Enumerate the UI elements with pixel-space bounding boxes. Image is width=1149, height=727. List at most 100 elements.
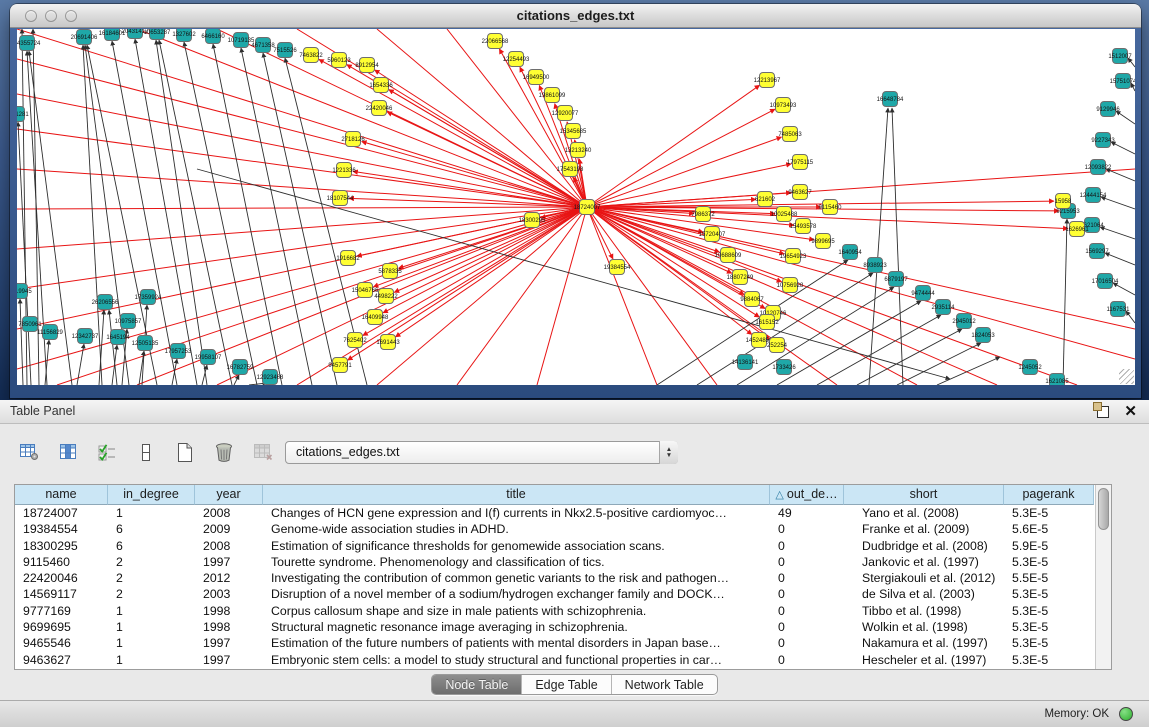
show-columns-icon[interactable] bbox=[55, 440, 81, 464]
graph-node[interactable]: 9884067 bbox=[740, 292, 764, 307]
delete-columns-icon[interactable] bbox=[250, 440, 276, 464]
tab-node-table[interactable]: Node Table bbox=[432, 675, 521, 694]
graph-node[interactable]: 20431417 bbox=[122, 29, 149, 39]
graph-edge bbox=[362, 142, 587, 207]
graph-node[interactable]: 1916682 bbox=[336, 251, 360, 266]
graph-node[interactable]: 15958 bbox=[1055, 194, 1072, 209]
graph-node[interactable]: 9129946 bbox=[1096, 102, 1120, 117]
graph-node[interactable]: 12342737 bbox=[72, 329, 99, 344]
close-window-icon[interactable] bbox=[25, 10, 37, 22]
close-panel-icon[interactable]: ✕ bbox=[1124, 402, 1137, 420]
graph-node[interactable]: 20691406 bbox=[71, 30, 98, 45]
table-mode-glyph bbox=[20, 444, 39, 461]
graph-node[interactable]: 4671358 bbox=[251, 38, 275, 53]
minimize-window-icon[interactable] bbox=[45, 10, 57, 22]
graph-node[interactable]: 11156829 bbox=[37, 325, 63, 340]
table-scrollbar[interactable] bbox=[1095, 485, 1111, 669]
graph-node[interactable]: 2945012 bbox=[952, 314, 976, 329]
graph-node[interactable]: 22066568 bbox=[482, 34, 509, 49]
graph-node[interactable]: 10653287 bbox=[144, 29, 171, 40]
tab-network-table[interactable]: Network Table bbox=[611, 675, 717, 694]
graph-node[interactable]: 621602 bbox=[755, 192, 776, 207]
graph-node[interactable]: 8938923 bbox=[863, 258, 887, 273]
graph-node[interactable]: 9227343 bbox=[1091, 133, 1115, 148]
graph-node[interactable]: 1733426 bbox=[772, 360, 796, 375]
new-column-icon[interactable] bbox=[172, 440, 198, 464]
window-titlebar[interactable]: citations_edges.txt bbox=[10, 4, 1141, 28]
table-select-dropdown[interactable]: citations_edges.txt ▲▼ bbox=[285, 441, 678, 464]
graph-node[interactable]: 24355724 bbox=[17, 36, 41, 51]
graph-node[interactable]: 1327602 bbox=[172, 29, 196, 42]
graph-node[interactable]: 17975115 bbox=[787, 155, 814, 170]
graph-node[interactable]: 1167531 bbox=[1107, 302, 1131, 317]
column-header-pagerank[interactable]: pagerank bbox=[1004, 485, 1094, 505]
graph-node[interactable]: 12444154 bbox=[1080, 188, 1107, 203]
table-row[interactable]: 1938455462009Genome-wide association stu… bbox=[15, 521, 1111, 537]
graph-node[interactable]: 1512007 bbox=[1108, 49, 1132, 64]
graph-node[interactable]: 18807249 bbox=[727, 270, 754, 285]
table-mode-icon[interactable] bbox=[16, 440, 42, 464]
graph-node[interactable]: 19958107 bbox=[195, 350, 222, 365]
float-panel-icon[interactable] bbox=[1097, 406, 1109, 418]
graph-node[interactable]: 2935114 bbox=[932, 300, 956, 315]
table-scrollbar-thumb[interactable] bbox=[1098, 488, 1109, 530]
graph-node[interactable]: 14136141 bbox=[732, 355, 759, 370]
table-cell: 2009 bbox=[195, 521, 263, 537]
graph-node[interactable]: 9319945 bbox=[17, 284, 32, 299]
graph-node[interactable]: 14524851 bbox=[746, 333, 773, 348]
graph-node[interactable]: 252254 bbox=[767, 338, 788, 353]
table-row[interactable]: 1456911722003Disruption of a novel membe… bbox=[15, 586, 1111, 602]
graph-node[interactable]: 10756928 bbox=[777, 278, 804, 293]
graph-node[interactable]: 15751074 bbox=[1110, 74, 1135, 89]
network-canvas[interactable]: 1872400724355724206914061618460120431417… bbox=[17, 29, 1135, 385]
tab-edge-table[interactable]: Edge Table bbox=[521, 675, 610, 694]
table-row[interactable]: 946362711997Embryonic stem cells: a mode… bbox=[15, 652, 1111, 668]
graph-node[interactable]: 9115460 bbox=[819, 200, 843, 215]
graph-edge bbox=[587, 207, 765, 309]
table-row[interactable]: 946554611997Estimation of the future num… bbox=[15, 635, 1111, 651]
table-row[interactable]: 977716911998Corpus callosum shape and si… bbox=[15, 603, 1111, 619]
zoom-window-icon[interactable] bbox=[65, 10, 77, 22]
graph-node[interactable]: 12254493 bbox=[503, 52, 530, 67]
row-height-icon[interactable] bbox=[133, 440, 159, 464]
graph-node[interactable]: 16648784 bbox=[877, 92, 904, 107]
table-row[interactable]: 911546021997Tourette syndrome. Phenomeno… bbox=[15, 554, 1111, 570]
graph-node[interactable]: 1691443 bbox=[376, 335, 400, 350]
graph-node[interactable]: 17957253 bbox=[165, 344, 192, 359]
column-header-in_degree[interactable]: in_degree bbox=[108, 485, 195, 505]
graph-node[interactable]: 9899695 bbox=[811, 234, 835, 249]
table-row[interactable]: 2242004622012Investigating the contribut… bbox=[15, 570, 1111, 586]
table-type-tabbar: Node TableEdge TableNetwork Table bbox=[0, 674, 1149, 695]
graph-node[interactable]: 2031281 bbox=[17, 107, 29, 122]
graph-node[interactable]: 7986372 bbox=[691, 207, 715, 222]
graph-node[interactable]: 16184601 bbox=[99, 29, 126, 41]
column-header-out_de[interactable]: △ out_de… bbox=[770, 485, 844, 505]
graph-node[interactable]: 1824053 bbox=[971, 328, 995, 343]
column-header-short[interactable]: short bbox=[844, 485, 1004, 505]
graph-node[interactable]: 4498222 bbox=[374, 289, 398, 304]
select-columns-icon[interactable] bbox=[94, 440, 120, 464]
graph-node[interactable]: 10975857 bbox=[115, 314, 142, 329]
graph-node[interactable]: 17016504 bbox=[1092, 274, 1119, 289]
column-header-name[interactable]: name bbox=[15, 485, 108, 505]
table-cell: 9465546 bbox=[15, 635, 108, 651]
graph-node[interactable]: 1569297 bbox=[1085, 244, 1109, 259]
graph-node[interactable]: 16782759 bbox=[227, 360, 254, 375]
graph-node[interactable]: 7515526 bbox=[273, 43, 297, 58]
table-row[interactable]: 1830029562008Estimation of significance … bbox=[15, 538, 1111, 554]
graph-node[interactable]: 7485063 bbox=[778, 127, 802, 142]
network-graph[interactable]: 1872400724355724206914061618460120431417… bbox=[17, 29, 1135, 385]
graph-node[interactable]: 26206556 bbox=[92, 295, 119, 310]
column-header-title[interactable]: title bbox=[263, 485, 770, 505]
delete-table-icon[interactable] bbox=[211, 440, 237, 464]
graph-node[interactable]: 12923468 bbox=[257, 370, 284, 385]
graph-node[interactable]: 1245052 bbox=[1018, 360, 1042, 375]
graph-node[interactable]: 12213967 bbox=[754, 73, 781, 88]
graph-node[interactable]: 1640954 bbox=[838, 245, 862, 260]
table-row[interactable]: 1872400712008Changes of HCN gene express… bbox=[15, 505, 1111, 521]
graph-node[interactable]: 15493578 bbox=[790, 219, 817, 234]
column-header-year[interactable]: year bbox=[195, 485, 263, 505]
graph-node[interactable]: 12505135 bbox=[132, 336, 159, 351]
table-row[interactable]: 969969511998Structural magnetic resonanc… bbox=[15, 619, 1111, 635]
window-resize-grip[interactable] bbox=[1119, 369, 1134, 384]
